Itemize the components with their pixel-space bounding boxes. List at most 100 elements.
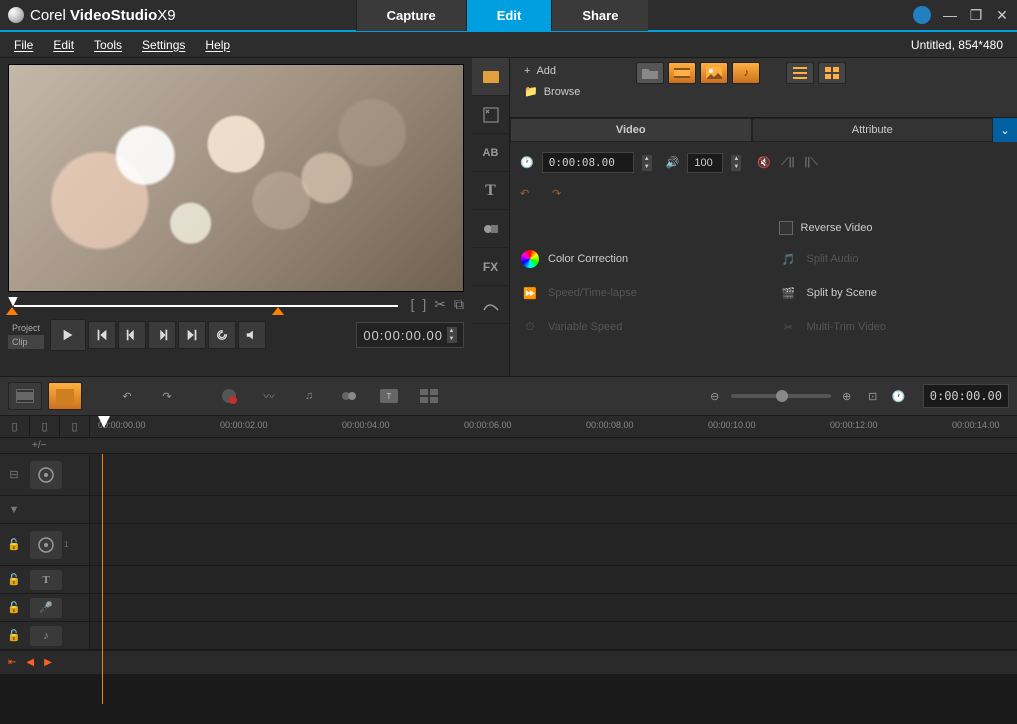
timeline-view-button[interactable]	[48, 382, 82, 410]
mark-in[interactable]	[6, 307, 18, 315]
record-button[interactable]	[212, 382, 246, 410]
rotate-left-button[interactable]: ↶	[520, 187, 544, 207]
fadein-icon[interactable]: ⟋||	[781, 156, 794, 169]
audio-mixer-button[interactable]: 〰	[252, 382, 286, 410]
title-button[interactable]: T	[472, 172, 509, 210]
video-filter[interactable]	[668, 62, 696, 84]
menu-settings[interactable]: Settings	[142, 38, 185, 52]
add-remove-track[interactable]: +/−	[32, 440, 46, 451]
zoom-out-button[interactable]: ⊖	[705, 382, 725, 410]
instant-project-button[interactable]	[472, 96, 509, 134]
track-motion-button[interactable]	[332, 382, 366, 410]
transitions-button[interactable]: AB	[472, 134, 509, 172]
subtitle-button[interactable]: T	[372, 382, 406, 410]
snapshot-button[interactable]: ⧉	[454, 296, 464, 313]
globe-icon[interactable]	[913, 6, 931, 24]
timecode-display[interactable]: 00:00:00.00 ▲▼	[356, 322, 464, 348]
timeline-ruler[interactable]: ▯ ▯ ▯ 00:00:00.00 00:00:02.00 00:00:04.0…	[0, 416, 1017, 438]
menu-edit[interactable]: Edit	[53, 38, 74, 52]
duration-up[interactable]: ▲	[642, 155, 652, 163]
music-track[interactable]: 🔓 ♪	[0, 622, 1017, 650]
goto-end-button[interactable]	[178, 321, 206, 349]
track-visibility-icon[interactable]: ⊟	[0, 468, 28, 481]
scrubber-track[interactable]	[8, 297, 404, 313]
tab-attribute-options[interactable]: Attribute	[752, 118, 994, 142]
scroll-start-icon[interactable]: ⇤	[8, 657, 16, 668]
prev-frame-button[interactable]	[118, 321, 146, 349]
tab-video-options[interactable]: Video	[510, 118, 752, 142]
split-scene-option[interactable]: 🎬 Split by Scene	[779, 283, 1008, 303]
redo-button[interactable]: ↷	[150, 382, 184, 410]
multi-cam-button[interactable]	[412, 382, 446, 410]
duration-down[interactable]: ▼	[642, 163, 652, 171]
video-track[interactable]: ⊟	[0, 454, 1017, 496]
title-track[interactable]: 🔓 T	[0, 566, 1017, 594]
fadeout-icon[interactable]: ||⟍	[805, 156, 818, 169]
fit-project-button[interactable]: ⊡	[863, 382, 883, 410]
track-lock-icon[interactable]: 🔓	[0, 538, 28, 551]
expand-track-icon[interactable]: ▼	[0, 504, 28, 516]
maximize-button[interactable]: ❐	[969, 8, 983, 22]
minimize-button[interactable]: —	[943, 8, 957, 22]
mark-out[interactable]	[272, 307, 284, 315]
ruler-marker-button[interactable]: ▯	[0, 416, 30, 437]
scroll-right-icon[interactable]: ▶	[44, 657, 52, 668]
mode-project[interactable]: Project	[8, 321, 44, 335]
close-button[interactable]: ✕	[995, 8, 1009, 22]
volume-down[interactable]: ▼	[731, 163, 741, 171]
add-media-button[interactable]: +Add	[518, 62, 586, 80]
menu-help[interactable]: Help	[205, 38, 230, 52]
mute-icon[interactable]: 🔇	[757, 156, 771, 169]
media-library-button[interactable]	[472, 58, 509, 96]
timecode-up[interactable]: ▲	[447, 327, 457, 335]
track-lock-icon[interactable]: 🔓	[0, 629, 28, 642]
ruler-cue-button[interactable]: ▯	[60, 416, 90, 437]
duration-input[interactable]	[542, 152, 634, 173]
menu-file[interactable]: File	[14, 38, 33, 52]
storyboard-view-button[interactable]	[8, 382, 42, 410]
photo-filter[interactable]	[700, 62, 728, 84]
zoom-slider[interactable]	[731, 394, 831, 398]
volume-input[interactable]	[687, 153, 723, 173]
voice-track[interactable]: 🔓 🎤	[0, 594, 1017, 622]
goto-start-button[interactable]	[88, 321, 116, 349]
thumb-view-button[interactable]	[818, 62, 846, 84]
auto-music-button[interactable]: ♫	[292, 382, 326, 410]
cut-button[interactable]: ✂	[434, 296, 446, 313]
path-button[interactable]	[472, 286, 509, 324]
color-correction-option[interactable]: Color Correction	[520, 249, 749, 269]
play-button[interactable]	[50, 319, 86, 351]
scroll-left-icon[interactable]: ◀	[26, 657, 34, 668]
mark-in-button[interactable]: [	[410, 296, 414, 313]
timeline-timecode[interactable]: 0:00:00.00	[923, 384, 1009, 408]
filter-button[interactable]: FX	[472, 248, 509, 286]
list-view-button[interactable]	[786, 62, 814, 84]
repeat-button[interactable]	[208, 321, 236, 349]
video-track-expand[interactable]: ▼	[0, 496, 1017, 524]
overlay-track[interactable]: 🔓 1	[0, 524, 1017, 566]
timecode-down[interactable]: ▼	[447, 335, 457, 343]
volume-button[interactable]	[238, 321, 266, 349]
expand-options-button[interactable]: ⌄	[993, 118, 1017, 142]
tab-share[interactable]: Share	[551, 0, 648, 31]
browse-button[interactable]: 📁Browse	[518, 82, 586, 101]
mode-clip[interactable]: Clip	[8, 335, 44, 349]
tab-capture[interactable]: Capture	[356, 0, 466, 31]
tab-edit[interactable]: Edit	[466, 0, 552, 31]
audio-filter[interactable]: ♪	[732, 62, 760, 84]
reverse-checkbox[interactable]	[779, 221, 793, 235]
project-duration-button[interactable]: 🕐	[889, 382, 909, 410]
ruler-chapter-button[interactable]: ▯	[30, 416, 60, 437]
reverse-video-option[interactable]: Reverse Video	[779, 221, 1008, 235]
volume-up[interactable]: ▲	[731, 155, 741, 163]
rotate-right-button[interactable]: ↷	[552, 187, 576, 207]
track-lock-icon[interactable]: 🔓	[0, 601, 28, 614]
track-lock-icon[interactable]: 🔓	[0, 573, 28, 586]
graphic-button[interactable]	[472, 210, 509, 248]
menu-tools[interactable]: Tools	[94, 38, 122, 52]
zoom-in-button[interactable]: ⊕	[837, 382, 857, 410]
undo-button[interactable]: ↶	[110, 382, 144, 410]
preview-video[interactable]	[8, 64, 464, 292]
next-frame-button[interactable]	[148, 321, 176, 349]
folder-filter[interactable]	[636, 62, 664, 84]
